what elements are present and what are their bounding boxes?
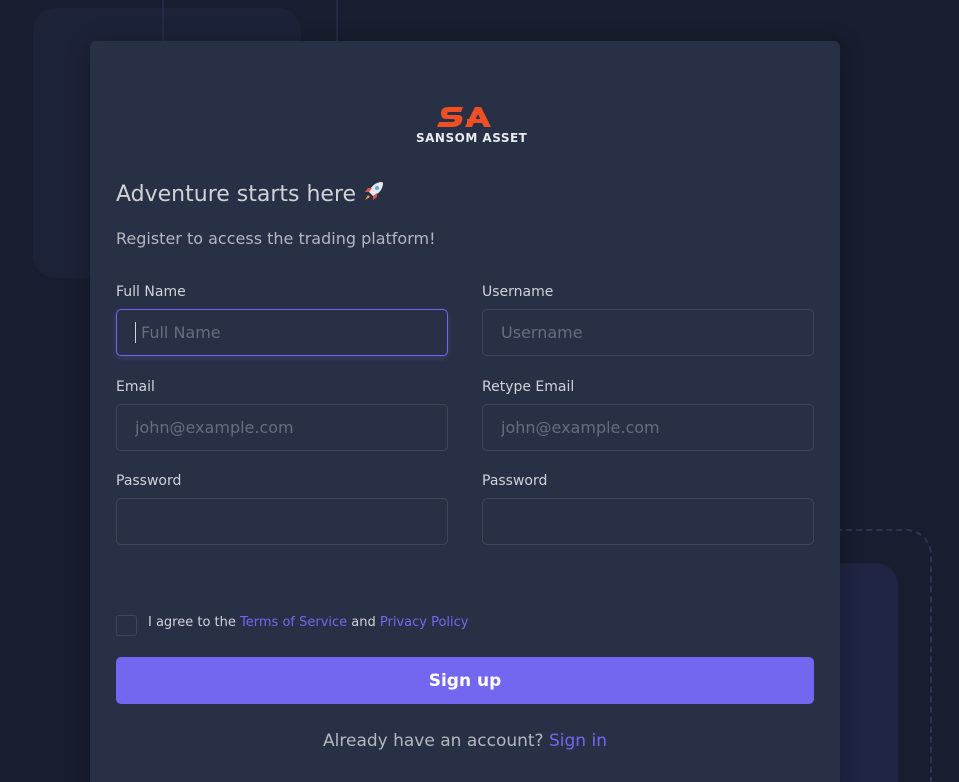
terms-conjunction: and (351, 615, 376, 630)
username-label: Username (482, 284, 554, 300)
full-name-input[interactable] (116, 309, 448, 356)
password-label: Password (116, 473, 182, 489)
signin-prompt-text: Already have an account? (323, 731, 544, 751)
title-text: Adventure starts here (116, 182, 357, 207)
brand-name: SANSOM ASSET (416, 131, 528, 145)
email-input[interactable] (116, 404, 448, 451)
terms-prefix: I agree to the (148, 615, 236, 630)
page-title: Adventure starts here (116, 179, 386, 207)
rocket-icon (365, 182, 384, 200)
retype-email-input[interactable] (482, 404, 814, 451)
sansom-asset-logo-icon (437, 107, 491, 127)
register-card: SANSOM ASSET Adventure starts here Regis… (90, 41, 840, 782)
decorative-line (162, 0, 164, 42)
terms-agreement-text: I agree to the Terms of Service and Priv… (148, 615, 469, 630)
signup-button[interactable]: Sign up (116, 657, 814, 704)
username-input[interactable] (482, 309, 814, 356)
text-caret (135, 322, 136, 343)
confirm-password-input[interactable] (482, 498, 814, 545)
terms-checkbox[interactable] (116, 615, 137, 636)
page-background: SANSOM ASSET Adventure starts here Regis… (0, 0, 959, 782)
page-subtitle: Register to access the trading platform! (116, 229, 436, 248)
privacy-policy-link[interactable]: Privacy Policy (380, 615, 469, 630)
full-name-label: Full Name (116, 284, 186, 300)
signin-link[interactable]: Sign in (549, 731, 607, 751)
password-input[interactable] (116, 498, 448, 545)
retype-email-label: Retype Email (482, 379, 575, 395)
email-label: Email (116, 379, 155, 395)
terms-of-service-link[interactable]: Terms of Service (240, 615, 347, 630)
signin-prompt: Already have an account? Sign in (90, 731, 840, 751)
confirm-password-label: Password (482, 473, 548, 489)
brand-logo: SANSOM ASSET (416, 105, 528, 145)
decorative-line (336, 0, 338, 42)
